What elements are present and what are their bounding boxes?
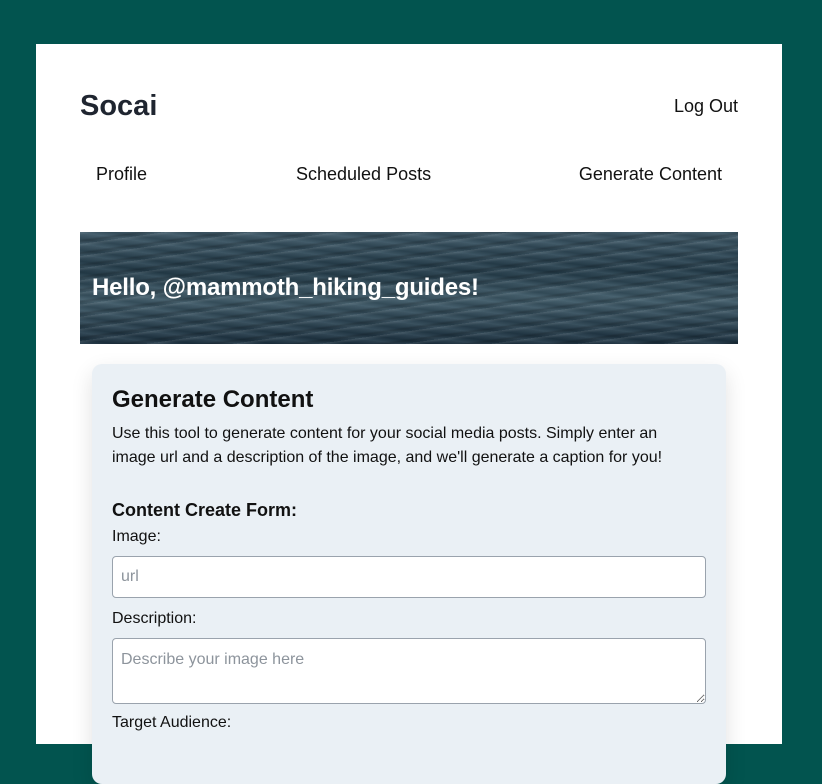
- greeting-heading: Hello, @mammoth_hiking_guides!: [92, 274, 479, 301]
- hero-banner: Hello, @mammoth_hiking_guides!: [80, 232, 738, 344]
- card-description: Use this tool to generate content for yo…: [112, 425, 663, 466]
- main-nav: Profile Scheduled Posts Generate Content: [36, 164, 782, 188]
- main-container: Socai Log Out Profile Scheduled Posts Ge…: [36, 44, 782, 784]
- brand-logo[interactable]: Socai: [80, 90, 157, 123]
- card-title: Generate Content: [112, 386, 314, 413]
- description-label: Description:: [112, 610, 197, 627]
- image-label: Image:: [112, 528, 161, 545]
- generate-content-card: Generate Content Use this tool to genera…: [92, 364, 726, 784]
- image-url-input[interactable]: [112, 556, 706, 598]
- nav-item-generate-content[interactable]: Generate Content: [579, 164, 722, 185]
- logout-link[interactable]: Log Out: [674, 96, 738, 117]
- nav-item-scheduled-posts[interactable]: Scheduled Posts: [296, 164, 431, 185]
- description-textarea[interactable]: [112, 638, 706, 704]
- target-audience-label: Target Audience:: [112, 714, 232, 731]
- form-heading: Content Create Form:: [112, 500, 298, 520]
- nav-item-profile[interactable]: Profile: [96, 164, 147, 185]
